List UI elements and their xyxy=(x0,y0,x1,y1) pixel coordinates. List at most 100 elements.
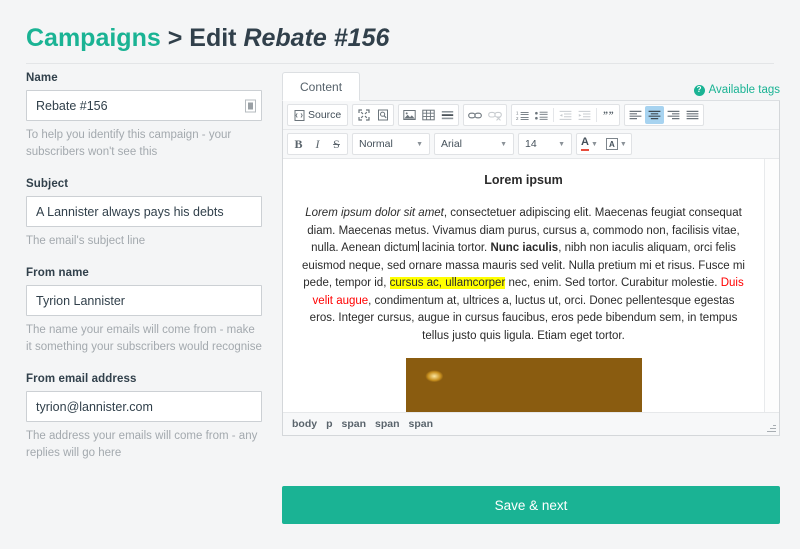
svg-text:”: ” xyxy=(603,110,608,120)
align-center-icon xyxy=(648,110,661,119)
document-paragraph: Lorem ipsum dolor sit amet, consectetuer… xyxy=(299,205,748,345)
align-left-icon xyxy=(629,110,642,119)
name-input[interactable]: Rebate #156 xyxy=(26,90,262,121)
source-icon xyxy=(294,109,305,121)
toolbar-group-link xyxy=(463,104,508,126)
tab-content[interactable]: Content xyxy=(282,72,361,101)
doc-part-plain: , condimentum at, ultrices a, luctus ut,… xyxy=(309,294,738,342)
toolbar-group-colors: A ▼ A ▼ xyxy=(576,133,632,155)
available-tags-link[interactable]: ? Available tags xyxy=(693,84,780,96)
preview-button[interactable] xyxy=(373,106,392,124)
align-justify-button[interactable] xyxy=(683,106,702,124)
doc-part-plain: nec, enim. Sed tortor. Curabitur molesti… xyxy=(505,277,721,289)
breadcrumb-link-campaigns[interactable]: Campaigns xyxy=(26,24,161,52)
path-item-body[interactable]: body xyxy=(292,418,317,430)
element-path-bar: body p span span span xyxy=(283,413,779,435)
autofill-icon[interactable] xyxy=(245,99,256,112)
from-name-input[interactable]: Tyrion Lannister xyxy=(26,285,262,316)
link-icon xyxy=(468,112,483,118)
editor-vertical-scrollbar[interactable] xyxy=(764,159,779,412)
chevron-down-icon: ▼ xyxy=(558,140,565,148)
table-icon xyxy=(422,109,435,121)
maximize-button[interactable] xyxy=(354,106,373,124)
save-and-next-button[interactable]: Save & next xyxy=(282,486,780,524)
chevron-down-icon: ▼ xyxy=(590,140,598,148)
help-circle-icon: ? xyxy=(693,84,705,96)
editor-toolbar-row-1: Source 1 2 ” ” xyxy=(283,101,779,130)
campaign-edit-page: Campaigns > Edit Rebate #156 Name Rebate… xyxy=(0,0,800,549)
editor-resize-grip[interactable] xyxy=(767,423,776,432)
subject-input[interactable]: A Lannister always pays his debts xyxy=(26,196,262,227)
gold-coins-image[interactable] xyxy=(405,358,642,412)
toolbar-group-insert xyxy=(398,104,460,126)
editor-tabs: Content ? Available tags xyxy=(282,72,780,101)
font-size-value: 14 xyxy=(525,138,537,150)
align-left-button[interactable] xyxy=(626,106,645,124)
rich-text-editor: Source 1 2 ” ” B I S Normal ▼ Arial ▼ 14… xyxy=(282,101,780,436)
field-name: Name Rebate #156 To help you identify th… xyxy=(26,72,262,161)
strikethrough-button[interactable]: S xyxy=(327,135,346,153)
editor-document: Lorem ipsum Lorem ipsum dolor sit amet, … xyxy=(283,159,764,412)
breadcrumb: Campaigns > Edit Rebate #156 xyxy=(26,20,774,56)
document-heading: Lorem ipsum xyxy=(484,173,563,187)
path-item-span-1[interactable]: span xyxy=(342,418,367,430)
field-from-name-label: From name xyxy=(26,267,89,279)
toolbar-group-view xyxy=(352,104,395,126)
align-right-button[interactable] xyxy=(664,106,683,124)
svg-text:2: 2 xyxy=(516,116,519,121)
field-subject-help: The email's subject line xyxy=(26,235,146,247)
numbered-list-button[interactable]: 1 2 xyxy=(513,106,532,124)
paragraph-format-value: Normal xyxy=(359,138,393,150)
indent-button[interactable] xyxy=(575,106,594,124)
toolbar-divider xyxy=(553,108,555,122)
paragraph-format-select[interactable]: Normal ▼ xyxy=(352,133,430,155)
maximize-icon xyxy=(358,109,370,121)
bold-button[interactable]: B xyxy=(289,135,308,153)
toolbar-group-source: Source xyxy=(287,104,349,126)
font-family-select[interactable]: Arial ▼ xyxy=(434,133,514,155)
from-email-input[interactable]: tyrion@lannister.com xyxy=(26,391,262,422)
content-editor-panel: Content ? Available tags Source 1 2 ” ” … xyxy=(282,72,780,436)
horizontal-rule-button[interactable] xyxy=(438,106,457,124)
path-item-span-3[interactable]: span xyxy=(409,418,434,430)
doc-part-plain: lacinia tortor. xyxy=(418,242,491,254)
toolbar-group-basic-styles: B I S xyxy=(287,133,348,155)
background-color-button[interactable]: A ▼ xyxy=(603,134,630,154)
field-from-email-help: The address your emails will come from -… xyxy=(26,430,258,459)
bulleted-list-button[interactable] xyxy=(532,106,551,124)
toolbar-group-align xyxy=(624,104,705,126)
source-button[interactable]: Source xyxy=(289,106,346,124)
font-family-value: Arial xyxy=(441,138,463,150)
unlink-button[interactable] xyxy=(485,106,505,124)
doc-part-highlighted: cursus ac, ullamcorper xyxy=(389,277,506,289)
table-button[interactable] xyxy=(419,106,438,124)
path-item-p[interactable]: p xyxy=(326,418,332,430)
available-tags-label: Available tags xyxy=(708,84,780,96)
field-from-email: From email address tyrion@lannister.com … xyxy=(26,373,262,462)
align-justify-icon xyxy=(686,110,699,119)
image-button[interactable] xyxy=(400,106,419,124)
breadcrumb-action: Edit xyxy=(189,24,237,52)
blockquote-button[interactable]: ” ” xyxy=(599,106,618,124)
align-center-button[interactable] xyxy=(645,106,665,124)
field-subject: Subject A Lannister always pays his debt… xyxy=(26,178,262,250)
svg-text:”: ” xyxy=(608,110,613,120)
field-name-help: To help you identify this campaign - you… xyxy=(26,129,232,158)
page-header: Campaigns > Edit Rebate #156 xyxy=(26,20,774,64)
outdent-button[interactable] xyxy=(556,106,575,124)
field-from-name-help: The name your emails will come from - ma… xyxy=(26,324,262,353)
source-button-label: Source xyxy=(308,109,342,121)
indent-icon xyxy=(578,110,591,120)
editor-canvas[interactable]: Lorem ipsum Lorem ipsum dolor sit amet, … xyxy=(283,159,779,413)
font-size-select[interactable]: 14 ▼ xyxy=(518,133,572,155)
doc-part-bold: Nunc iaculis xyxy=(490,242,559,254)
field-name-label: Name xyxy=(26,72,58,84)
text-color-button[interactable]: A ▼ xyxy=(578,134,601,154)
path-item-span-2[interactable]: span xyxy=(375,418,400,430)
link-button[interactable] xyxy=(465,106,485,124)
italic-button[interactable]: I xyxy=(308,135,327,153)
field-subject-label: Subject xyxy=(26,178,69,190)
field-from-email-label: From email address xyxy=(26,373,137,385)
preview-icon xyxy=(377,109,388,121)
outdent-icon xyxy=(559,110,572,120)
